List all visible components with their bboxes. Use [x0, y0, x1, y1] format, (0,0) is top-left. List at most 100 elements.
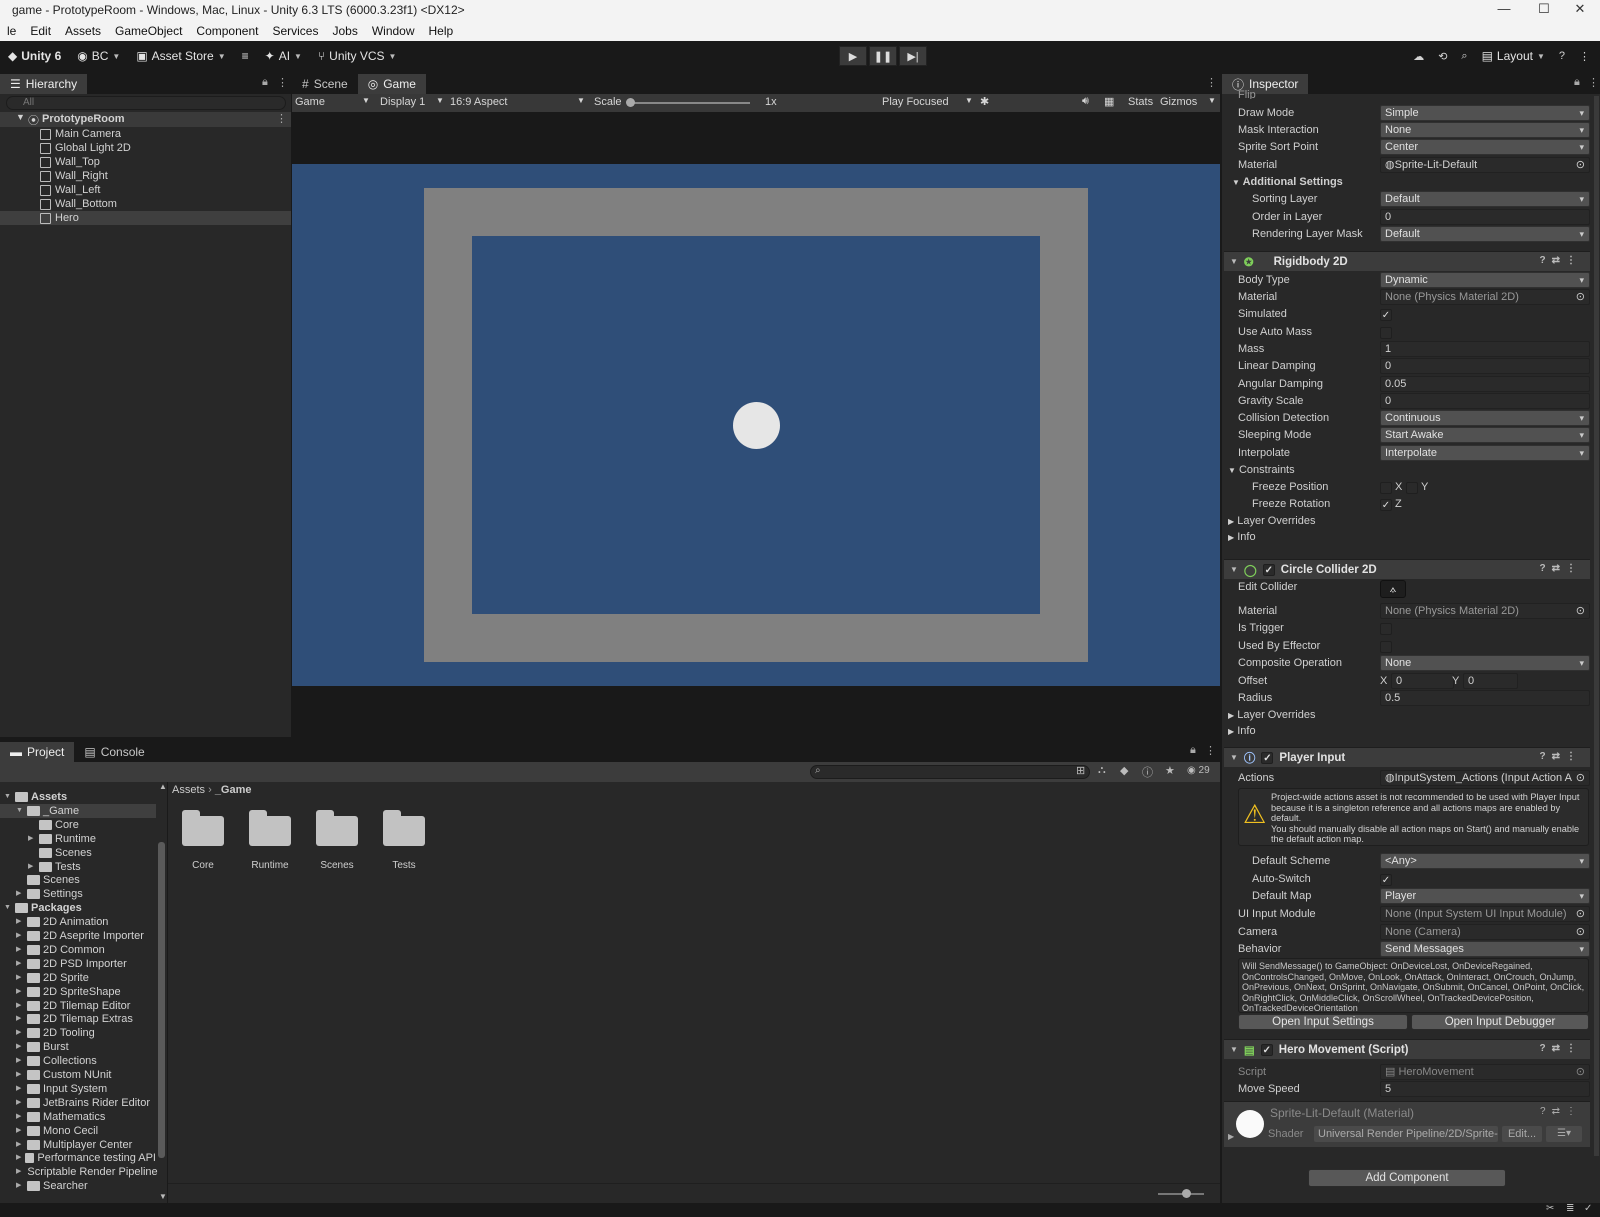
project-tree-item[interactable]: ▶ 2D Common [0, 943, 156, 957]
project-tree-item[interactable]: ▶ 2D PSD Importer [0, 957, 156, 971]
lock-icon[interactable]: 🔒︎ [1190, 744, 1196, 757]
stats-button[interactable]: Stats [1128, 96, 1153, 108]
default-map-dropdown[interactable]: Player [1380, 888, 1590, 904]
chevron-right-icon[interactable]: ▶ [16, 957, 24, 971]
project-folder-item[interactable]: Scenes [306, 810, 368, 890]
sleeping-mode-dropdown[interactable]: Start Awake [1380, 427, 1590, 443]
check-circle-icon[interactable]: ✓ [1584, 1203, 1592, 1214]
display-dropdown[interactable]: Display 1 [380, 96, 425, 108]
cloud-icon[interactable]: ☁ [1413, 50, 1424, 63]
project-tree-item[interactable]: ▶ Custom NUnit [0, 1068, 156, 1082]
hierarchy-item[interactable]: Wall_Top [0, 155, 291, 169]
step-button[interactable]: ▶| [899, 46, 927, 66]
is-trigger-checkbox[interactable] [1380, 623, 1392, 635]
hero-movement-enabled-checkbox[interactable]: ✓ [1260, 1043, 1273, 1056]
player-input-header[interactable]: ▼ ⓘ ✓ Player Input ?⇄⋮ [1224, 747, 1590, 767]
chevron-right-icon[interactable]: ▶ [16, 1179, 24, 1193]
object-picker-icon[interactable]: ⊙ [1576, 771, 1585, 785]
breadcrumb-assets[interactable]: Assets [172, 784, 205, 796]
open-input-settings-button[interactable]: Open Input Settings [1238, 1014, 1408, 1030]
menu-edit[interactable]: Edit [23, 24, 58, 38]
object-picker-icon[interactable]: ⊙ [1576, 158, 1585, 172]
lock-icon[interactable]: 🔒︎ [262, 76, 268, 89]
lock-icon[interactable]: 🔒︎ [1574, 76, 1580, 89]
shader-dropdown[interactable]: Universal Render Pipeline/2D/Sprite- [1314, 1126, 1498, 1142]
gizmos-button[interactable]: Gizmos [1160, 96, 1197, 108]
minimize-icon[interactable]: — [1484, 0, 1524, 20]
chevron-right-icon[interactable]: ▶ [28, 832, 36, 846]
project-tree-item[interactable]: ▶ 2D SpriteShape [0, 985, 156, 999]
chevron-right-icon[interactable]: ▶ [16, 999, 24, 1013]
game-view-dropdown[interactable]: Game [295, 96, 325, 108]
project-tree-item[interactable]: ▶ 2D Tooling [0, 1026, 156, 1040]
used-by-effector-checkbox[interactable] [1380, 641, 1392, 653]
rb-material-field[interactable]: None (Physics Material 2D) ⊙ [1380, 289, 1590, 305]
edit-collider-button[interactable]: ⟑ [1380, 580, 1406, 598]
chevron-right-icon[interactable]: ▶ [16, 1012, 24, 1026]
object-picker-icon[interactable]: ⊙ [1576, 604, 1585, 618]
scroll-down-icon[interactable]: ▼ [159, 1192, 167, 1201]
project-folder-item[interactable]: Core [172, 810, 234, 890]
cc-material-field[interactable]: None (Physics Material 2D) ⊙ [1380, 603, 1590, 619]
pause-button[interactable]: ❚❚ [869, 46, 897, 66]
project-tree-item[interactable]: ▶ Runtime [0, 832, 156, 846]
info-icon[interactable]: ⓘ [1142, 764, 1153, 780]
project-tree-item[interactable]: ▶ 2D Aseprite Importer [0, 929, 156, 943]
add-component-button[interactable]: Add Component [1308, 1169, 1506, 1187]
chevron-right-icon[interactable]: ▶ [16, 1138, 24, 1152]
hierarchy-item[interactable]: Main Camera [0, 127, 291, 141]
freeze-position-y-checkbox[interactable] [1406, 482, 1418, 494]
radius-input[interactable]: 0.5 [1380, 690, 1590, 706]
aspect-dropdown[interactable]: 16:9 Aspect [450, 96, 508, 108]
collision-detection-dropdown[interactable]: Continuous [1380, 410, 1590, 426]
project-tree-item[interactable]: ▶ 2D Sprite [0, 971, 156, 985]
linear-damping-input[interactable]: 0 [1380, 358, 1590, 374]
shader-edit-button[interactable]: Edit... [1502, 1126, 1542, 1142]
project-tree-item[interactable]: ▶ JetBrains Rider Editor [0, 1096, 156, 1110]
project-folder-item[interactable]: Tests [373, 810, 435, 890]
create-icon[interactable]: ⊞ [1076, 764, 1085, 777]
chevron-right-icon[interactable]: ▶ [16, 985, 24, 999]
more-icon[interactable]: ⋮ [1206, 76, 1217, 89]
project-tree-item[interactable]: ▼ _Game [0, 803, 156, 818]
project-tree-item[interactable]: ▶ Tests [0, 860, 156, 874]
project-tree-item[interactable]: Scenes [0, 846, 156, 860]
simulated-checkbox[interactable]: ✓ [1380, 309, 1392, 321]
chevron-right-icon[interactable]: ▶ [16, 1068, 24, 1082]
chevron-right-icon[interactable]: ▶ [16, 1054, 24, 1068]
grid-icon[interactable]: ▦ [1104, 95, 1114, 108]
chevron-right-icon[interactable]: ▶ [16, 1096, 24, 1110]
inspector-scrollbar[interactable] [1594, 96, 1599, 1156]
component-actions-icons[interactable]: ?⇄⋮ [1540, 255, 1583, 266]
tab-game[interactable]: ◎ Game [357, 74, 426, 94]
zoom-slider[interactable] [1158, 1193, 1204, 1195]
scene-root-row[interactable]: ▼ ⦿ PrototypeRoom ⋮ [0, 112, 291, 127]
project-tree-item[interactable]: ▶ 2D Tilemap Extras [0, 1012, 156, 1026]
ai-button[interactable]: ✦ AI ▼ [257, 45, 310, 67]
more-icon[interactable]: ⋮ [1588, 76, 1599, 89]
chevron-right-icon[interactable]: ▶ [16, 887, 24, 901]
asset-store-button[interactable]: ▣ Asset Store ▼ [128, 45, 233, 67]
chevron-right-icon[interactable]: ▶ [16, 929, 24, 943]
move-speed-input[interactable]: 5 [1380, 1081, 1590, 1097]
circle-collider-enabled-checkbox[interactable]: ✓ [1262, 563, 1275, 576]
component-actions-icons[interactable]: ?⇄⋮ [1540, 1043, 1583, 1054]
close-icon[interactable]: ✕ [1560, 0, 1600, 20]
project-tree-item[interactable]: ▶ Settings [0, 887, 156, 901]
offset-x-input[interactable]: 0 [1391, 673, 1454, 689]
freeze-rotation-z-checkbox[interactable]: ✓ [1380, 499, 1392, 511]
stack-icon[interactable]: ≣ [1566, 1203, 1574, 1214]
component-actions-icons[interactable]: ?⇄⋮ [1540, 751, 1583, 762]
hierarchy-item[interactable]: Wall_Bottom [0, 197, 291, 211]
tab-project[interactable]: ▬ Project [0, 742, 75, 762]
interpolate-dropdown[interactable]: Interpolate [1380, 445, 1590, 461]
menu-assets[interactable]: Assets [58, 24, 108, 38]
more-icon[interactable]: ⋮ [276, 112, 287, 125]
mass-input[interactable]: 1 [1380, 341, 1590, 357]
menu-services[interactable]: Services [265, 24, 325, 38]
chevron-down-icon[interactable]: ▼ [16, 112, 25, 122]
menu-window[interactable]: Window [365, 24, 422, 38]
component-actions-icons[interactable]: ?⇄⋮ [1540, 563, 1583, 574]
hierarchy-item[interactable]: Hero [0, 211, 291, 225]
project-tree-item[interactable]: ▶ Burst [0, 1040, 156, 1054]
